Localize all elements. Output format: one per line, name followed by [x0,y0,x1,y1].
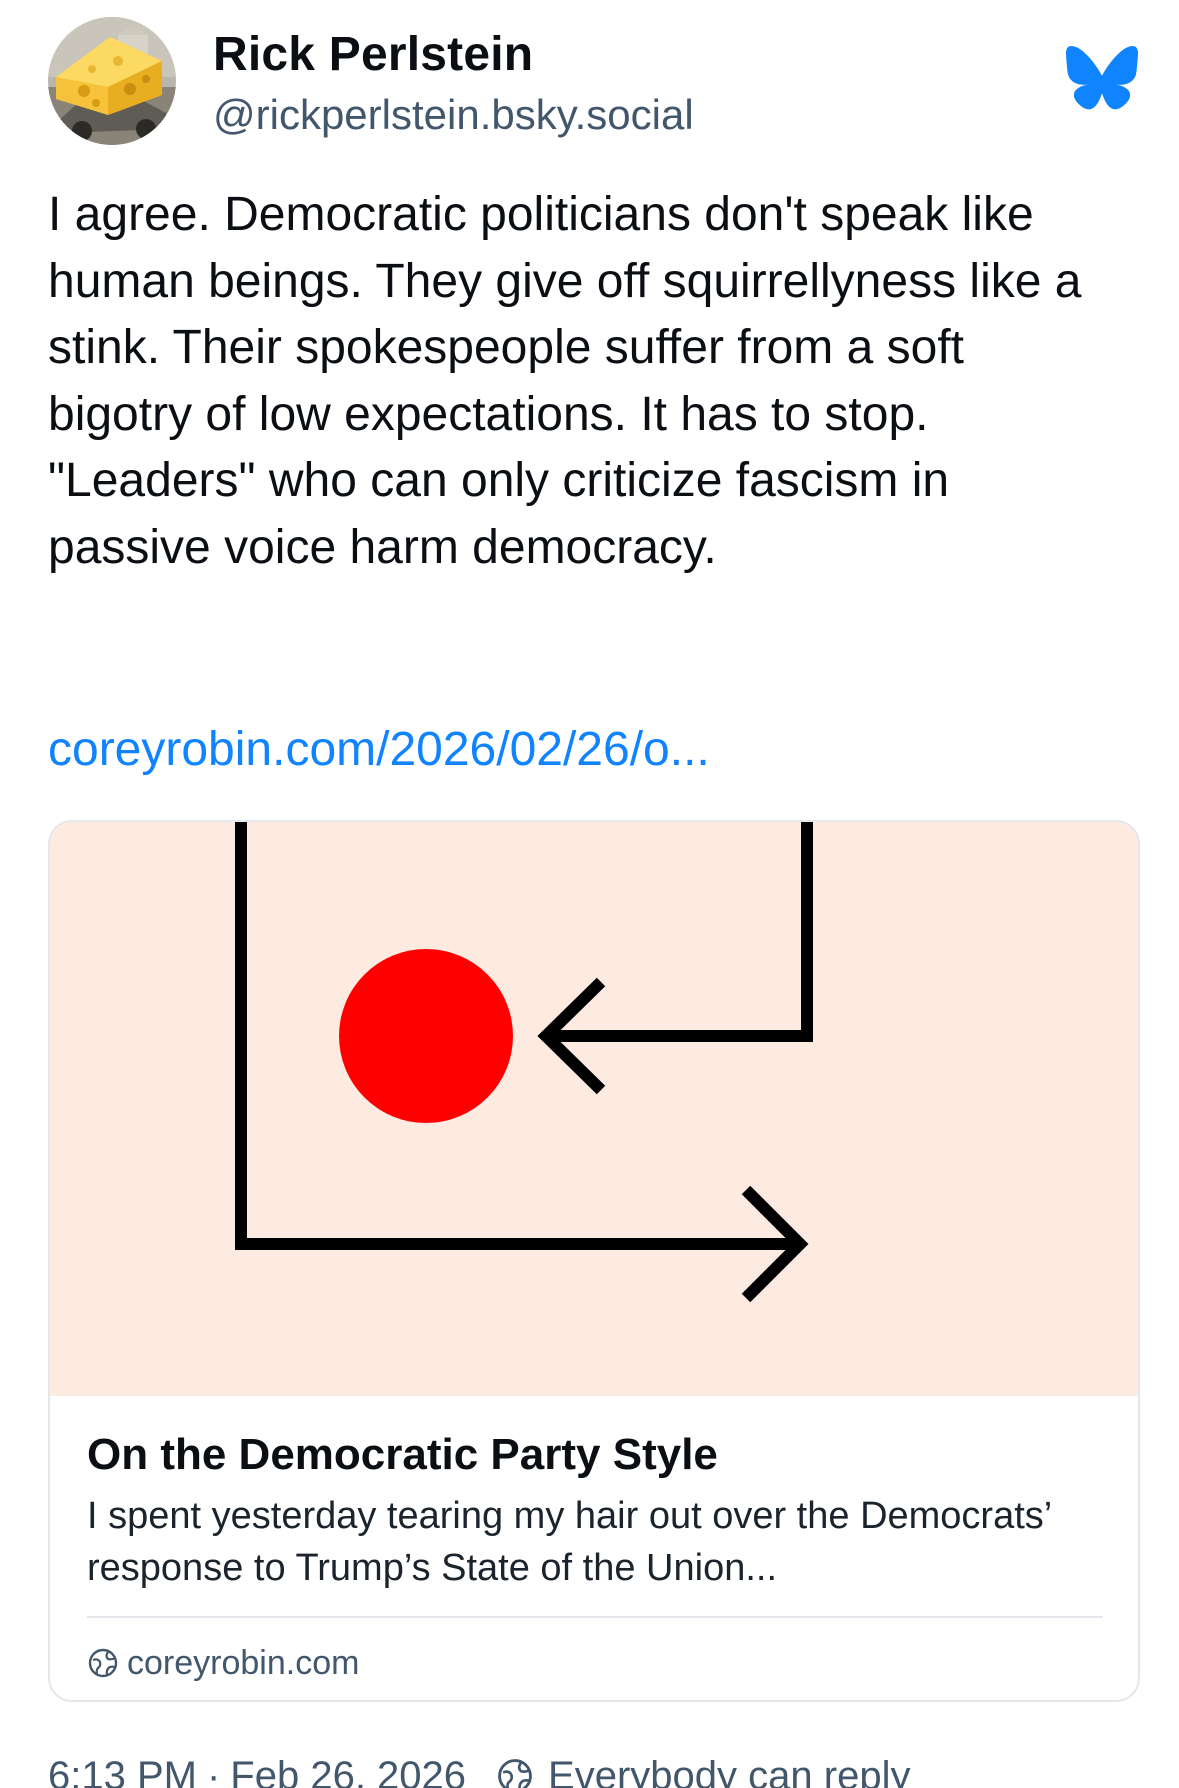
reply-setting[interactable]: Everybody can reply [548,1754,910,1788]
post-meta: 6:13 PM · Feb 26, 2026 Everybody can rep… [48,1748,910,1788]
link-preview-image [50,822,1138,1396]
meta-separator: · [206,1753,221,1788]
post-body-text: I agree. Democratic politicians don't sp… [48,188,1082,574]
link-preview-card[interactable]: On the Democratic Party Style I spent ye… [48,820,1140,1702]
link-preview-description: I spent yesterday tearing my hair out ov… [87,1495,1051,1589]
post-link[interactable]: coreyrobin.com/2026/02/26/o... [48,722,710,777]
post-header: Rick Perlstein @rickperlstein.bsky.socia… [48,17,1138,145]
avatar-cheese-car-icon [48,17,176,145]
post-date[interactable]: Feb 26, 2026 [230,1754,466,1788]
post-time[interactable]: 6:13 PM [48,1754,197,1788]
author-avatar[interactable] [48,17,176,145]
link-preview-divider [87,1616,1103,1618]
globe-icon [88,1648,118,1678]
link-preview-domain: coreyrobin.com [87,1640,359,1686]
link-preview-title: On the Democratic Party Style [87,1430,718,1479]
globe-icon [498,1759,532,1788]
link-preview-domain-label: coreyrobin.com [127,1643,360,1682]
author-handle[interactable]: @rickperlstein.bsky.social [213,91,694,139]
bluesky-butterfly-icon[interactable] [1066,45,1138,111]
author-display-name[interactable]: Rick Perlstein [213,27,533,82]
